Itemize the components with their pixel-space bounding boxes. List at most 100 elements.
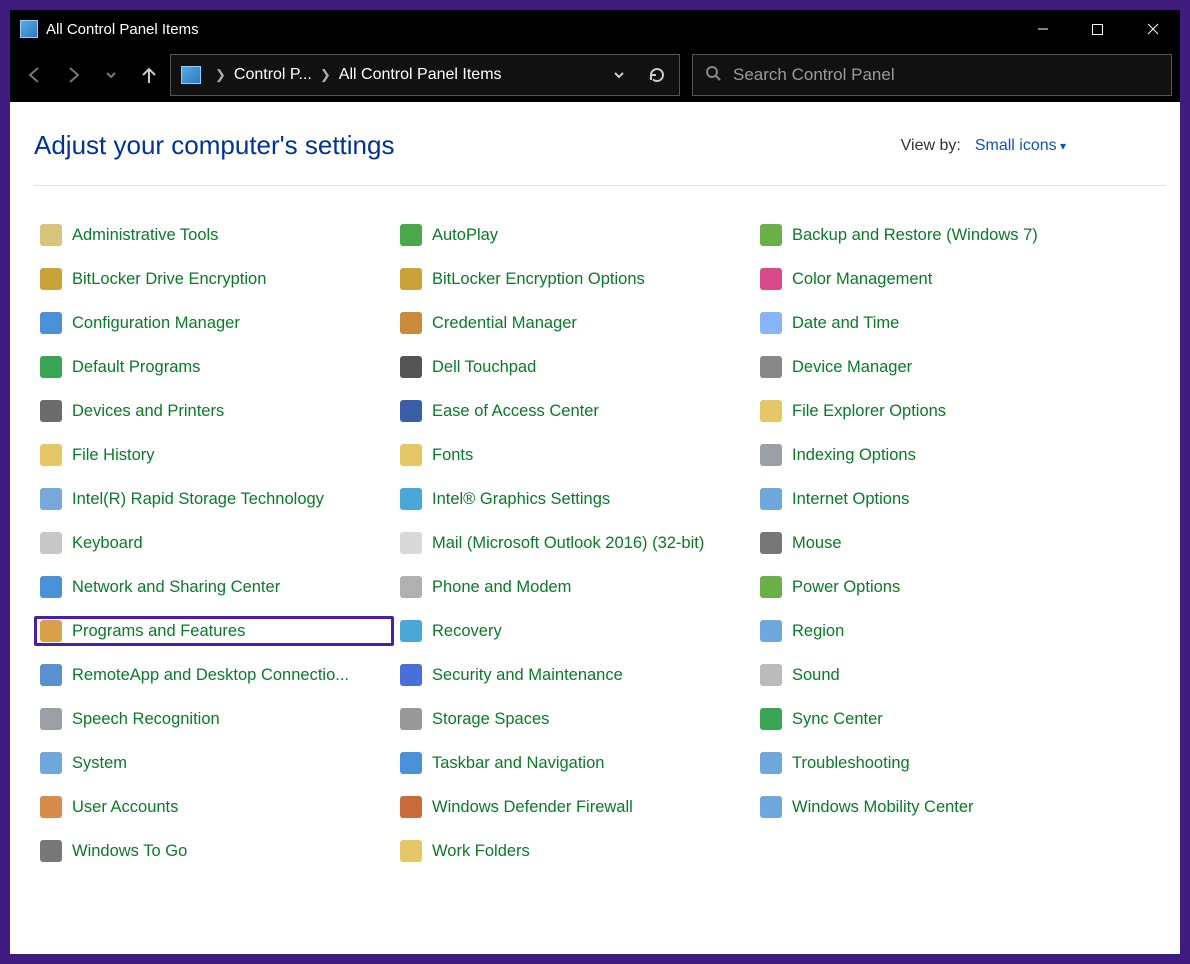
search-box[interactable]	[692, 54, 1172, 96]
windows-defender-firewall-icon	[400, 796, 422, 818]
item-label: Administrative Tools	[72, 226, 218, 245]
cp-item-mouse[interactable]: Mouse	[754, 528, 1114, 558]
cp-item-bitlocker-encryption-options[interactable]: BitLocker Encryption Options	[394, 264, 754, 294]
recovery-icon	[400, 620, 422, 642]
cp-item-sound[interactable]: Sound	[754, 660, 1114, 690]
chevron-right-icon[interactable]: ❯	[209, 67, 232, 83]
cp-item-storage-spaces[interactable]: Storage Spaces	[394, 704, 754, 734]
cp-item-taskbar-and-navigation[interactable]: Taskbar and Navigation	[394, 748, 754, 778]
minimize-button[interactable]	[1015, 10, 1070, 48]
windows-to-go-icon	[40, 840, 62, 862]
cp-item-mail-microsoft-outlook-2016-32-bit[interactable]: Mail (Microsoft Outlook 2016) (32-bit)	[394, 528, 754, 558]
remoteapp-and-desktop-connectio-icon	[40, 664, 62, 686]
search-icon	[705, 65, 721, 86]
divider	[34, 185, 1166, 186]
address-bar[interactable]: ❯ Control P... ❯ All Control Panel Items	[170, 54, 680, 96]
cp-item-remoteapp-and-desktop-connectio[interactable]: RemoteApp and Desktop Connectio...	[34, 660, 394, 690]
cp-item-indexing-options[interactable]: Indexing Options	[754, 440, 1114, 470]
backup-and-restore-windows-7-icon	[760, 224, 782, 246]
cp-item-windows-mobility-center[interactable]: Windows Mobility Center	[754, 792, 1114, 822]
devices-and-printers-icon	[40, 400, 62, 422]
taskbar-and-navigation-icon	[400, 752, 422, 774]
address-dropdown-button[interactable]	[601, 55, 637, 95]
breadcrumb-control-panel[interactable]: Control P...	[234, 66, 312, 84]
maximize-button[interactable]	[1070, 10, 1125, 48]
cp-item-work-folders[interactable]: Work Folders	[394, 836, 754, 866]
column-1: Administrative Tools BitLocker Drive Encr…	[34, 220, 394, 866]
cp-item-ease-of-access-center[interactable]: Ease of Access Center	[394, 396, 754, 426]
item-label: Windows Defender Firewall	[432, 798, 633, 817]
titlebar: All Control Panel Items	[10, 10, 1180, 48]
column-3: Backup and Restore (Windows 7) Color Mana…	[754, 220, 1114, 866]
network-and-sharing-center-icon	[40, 576, 62, 598]
cp-item-administrative-tools[interactable]: Administrative Tools	[34, 220, 394, 250]
default-programs-icon	[40, 356, 62, 378]
item-label: Color Management	[792, 270, 932, 289]
cp-item-file-explorer-options[interactable]: File Explorer Options	[754, 396, 1114, 426]
cp-item-keyboard[interactable]: Keyboard	[34, 528, 394, 558]
close-button[interactable]	[1125, 10, 1180, 48]
cp-item-security-and-maintenance[interactable]: Security and Maintenance	[394, 660, 754, 690]
power-options-icon	[760, 576, 782, 598]
storage-spaces-icon	[400, 708, 422, 730]
cp-item-troubleshooting[interactable]: Troubleshooting	[754, 748, 1114, 778]
cp-item-dell-touchpad[interactable]: Dell Touchpad	[394, 352, 754, 382]
cp-item-backup-and-restore-windows-7[interactable]: Backup and Restore (Windows 7)	[754, 220, 1114, 250]
cp-item-internet-options[interactable]: Internet Options	[754, 484, 1114, 514]
up-button[interactable]	[132, 58, 166, 92]
file-explorer-options-icon	[760, 400, 782, 422]
cp-item-system[interactable]: System	[34, 748, 394, 778]
column-2: AutoPlay BitLocker Encryption Options Cred…	[394, 220, 754, 866]
cp-item-intel-r-rapid-storage-technology[interactable]: Intel(R) Rapid Storage Technology	[34, 484, 394, 514]
cp-item-network-and-sharing-center[interactable]: Network and Sharing Center	[34, 572, 394, 602]
items-grid: Administrative Tools BitLocker Drive Encr…	[34, 220, 1166, 866]
cp-item-credential-manager[interactable]: Credential Manager	[394, 308, 754, 338]
chevron-right-icon[interactable]: ❯	[314, 67, 337, 83]
cp-item-autoplay[interactable]: AutoPlay	[394, 220, 754, 250]
item-label: Date and Time	[792, 314, 899, 333]
cp-item-configuration-manager[interactable]: Configuration Manager	[34, 308, 394, 338]
intel-graphics-settings-icon	[400, 488, 422, 510]
cp-item-color-management[interactable]: Color Management	[754, 264, 1114, 294]
back-button[interactable]	[18, 58, 52, 92]
view-by-control: View by: Small icons	[901, 137, 1066, 155]
cp-item-device-manager[interactable]: Device Manager	[754, 352, 1114, 382]
cp-item-bitlocker-drive-encryption[interactable]: BitLocker Drive Encryption	[34, 264, 394, 294]
cp-item-region[interactable]: Region	[754, 616, 1114, 646]
refresh-button[interactable]	[639, 55, 675, 95]
item-label: Region	[792, 622, 844, 641]
cp-item-windows-to-go[interactable]: Windows To Go	[34, 836, 394, 866]
cp-item-intel-graphics-settings[interactable]: Intel® Graphics Settings	[394, 484, 754, 514]
cp-item-programs-and-features[interactable]: Programs and Features	[34, 616, 394, 646]
search-input[interactable]	[733, 65, 1159, 85]
phone-and-modem-icon	[400, 576, 422, 598]
recent-locations-button[interactable]	[94, 58, 128, 92]
cp-item-devices-and-printers[interactable]: Devices and Printers	[34, 396, 394, 426]
item-label: Recovery	[432, 622, 502, 641]
cp-item-sync-center[interactable]: Sync Center	[754, 704, 1114, 734]
cp-item-recovery[interactable]: Recovery	[394, 616, 754, 646]
item-label: AutoPlay	[432, 226, 498, 245]
item-label: RemoteApp and Desktop Connectio...	[72, 666, 349, 685]
cp-item-fonts[interactable]: Fonts	[394, 440, 754, 470]
device-manager-icon	[760, 356, 782, 378]
item-label: File History	[72, 446, 155, 465]
cp-item-date-and-time[interactable]: Date and Time	[754, 308, 1114, 338]
internet-options-icon	[760, 488, 782, 510]
cp-item-default-programs[interactable]: Default Programs	[34, 352, 394, 382]
item-label: Windows To Go	[72, 842, 187, 861]
sound-icon	[760, 664, 782, 686]
cp-item-power-options[interactable]: Power Options	[754, 572, 1114, 602]
bitlocker-encryption-options-icon	[400, 268, 422, 290]
cp-item-phone-and-modem[interactable]: Phone and Modem	[394, 572, 754, 602]
cp-item-file-history[interactable]: File History	[34, 440, 394, 470]
cp-item-user-accounts[interactable]: User Accounts	[34, 792, 394, 822]
cp-item-speech-recognition[interactable]: Speech Recognition	[34, 704, 394, 734]
breadcrumb-all-items[interactable]: All Control Panel Items	[339, 66, 502, 84]
item-label: Indexing Options	[792, 446, 916, 465]
cp-item-windows-defender-firewall[interactable]: Windows Defender Firewall	[394, 792, 754, 822]
forward-button[interactable]	[56, 58, 90, 92]
item-label: Default Programs	[72, 358, 200, 377]
view-by-dropdown[interactable]: Small icons	[975, 137, 1066, 155]
item-label: Speech Recognition	[72, 710, 220, 729]
